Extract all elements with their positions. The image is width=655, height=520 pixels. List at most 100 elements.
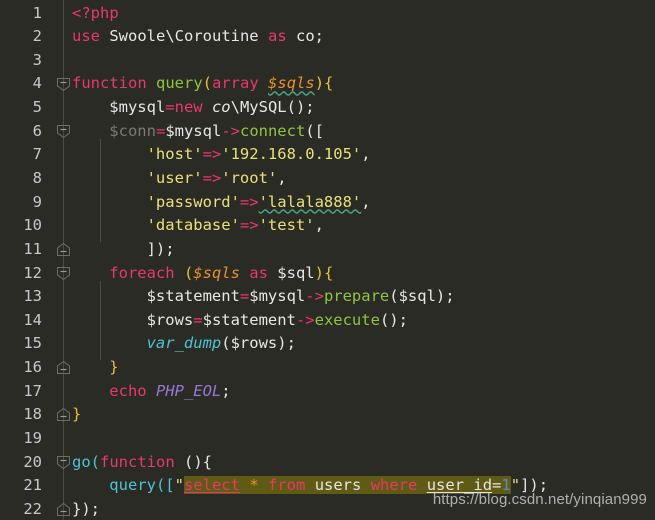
token-variable-conn-unused: $conn [109,121,156,140]
token-foreach-keyword: foreach [109,263,175,282]
token-array-key-user: 'user' [146,169,203,187]
token-double-arrow: => [239,216,259,235]
token-method-prepare: prepare [323,287,390,306]
code-line[interactable]: echo PHP_EOL; [72,380,231,404]
token-function-name: query [156,74,203,93]
code-fold-collapse-icon[interactable] [56,455,71,470]
code-fold-collapse-icon[interactable] [56,124,71,139]
line-number: 17 [23,381,42,400]
token-bracket-paren-close: ]); [146,239,175,258]
token-assign: = [165,98,175,117]
line-number: 20 [23,452,42,471]
indent-guide [63,375,64,407]
line-number: 1 [32,3,42,22]
token-echo-keyword: echo [109,381,147,400]
code-line[interactable]: 'user'=>'root', [72,167,287,191]
code-fold-expand-icon[interactable] [56,502,71,517]
code-line[interactable]: } [72,356,119,380]
code-line[interactable]: foreach ($sqls as $sql){ [72,262,333,286]
token-paren-bracket-open: ([ [305,121,324,140]
token-sql-select: select [183,476,240,495]
token-class-mysql: \MySQL(); [230,98,315,117]
code-line[interactable]: 'database'=>'test', [72,214,324,238]
code-editor[interactable]: 1 2 3 4 5 6 7 8 9 10 11 12 13 14 15 16 1… [0,0,655,520]
token-brace-close: } [109,358,119,376]
code-line[interactable]: } [72,403,81,427]
line-number: 15 [23,334,42,353]
line-number: 19 [23,428,42,447]
token-as-keyword: as [239,263,278,282]
code-fold-collapse-icon[interactable] [56,266,71,281]
token-assign: = [193,310,203,329]
code-line[interactable]: var_dump($rows); [72,332,296,356]
line-number: 13 [23,287,42,306]
code-fold-collapse-icon[interactable] [56,77,71,92]
token-comma: , [361,192,371,211]
token-array-typehint: array [212,74,259,93]
code-line[interactable]: ]); [72,238,175,262]
indent-guide [63,0,64,78]
line-number: 3 [32,50,42,69]
token-variable-sql: $sql [277,263,315,282]
token-method-execute: execute [314,310,380,329]
token-parameter-sqls: $sqls [268,74,315,93]
code-line[interactable]: function query(array $sqls){ [72,72,333,96]
code-fold-expand-icon[interactable] [56,407,71,422]
token-sql-table-users: users [314,476,362,495]
token-variable-statement: $statement [146,287,240,306]
token-call-args: ($rows); [221,334,296,353]
token-variable-mysql: $mysql [165,121,222,140]
editor-gutter[interactable]: 1 2 3 4 5 6 7 8 9 10 11 12 13 14 15 16 1… [0,0,70,520]
code-line[interactable]: use Swoole\Coroutine as co; [72,25,324,49]
token-double-arrow: => [239,192,259,211]
indent-guide [63,92,64,124]
code-line[interactable]: <?php [72,2,119,26]
code-fold-expand-icon[interactable] [56,360,71,375]
token-array-value-host: '192.168.0.105' [221,145,362,164]
code-line[interactable]: $statement=$mysql->prepare($sql); [72,285,455,309]
token-call-args: ($sql); [389,287,455,306]
line-number: 8 [32,169,42,187]
token-semicolon: ; [221,381,231,400]
token-function-keyword: function [72,74,147,93]
line-number: 14 [23,310,42,329]
code-content[interactable]: <?php use Swoole\Coroutine as co; functi… [63,0,655,520]
token-paren-open: ( [202,74,213,93]
indent-guide [63,139,64,242]
token-namespace: Swoole\Coroutine [100,27,268,46]
code-line[interactable]: $rows=$statement->execute(); [72,309,408,333]
token-paren-open: ( [90,452,101,471]
token-array-key-host: 'host' [146,145,203,164]
token-string-quote-open: " [174,476,184,495]
code-line[interactable]: $conn=$mysql->connect([ [72,120,324,144]
code-line[interactable]: go(function (){ [72,451,212,475]
token-array-key-database: 'database' [146,216,240,235]
watermark-text: https://blog.csdn.net/yinqian999 [432,491,647,509]
token-paren-brace-close: ){ [314,74,334,93]
token-paren-open: ( [174,263,194,282]
code-line[interactable]: $mysql=new co\MySQL(); [72,96,315,120]
code-line[interactable]: 'host'=>'192.168.0.105', [72,143,371,167]
token-sql-where: where [370,476,418,495]
token-object-operator: -> [305,287,324,306]
token-double-arrow: => [202,169,222,187]
token-variable-mysql: $mysql [249,287,306,306]
line-number: 18 [23,405,42,424]
token-method-connect: connect [239,121,306,140]
code-line[interactable]: }); [72,498,100,520]
code-line[interactable]: 'password'=>'lalala888', [72,191,371,215]
code-fold-expand-icon[interactable] [56,242,71,257]
token-paren-brace-open: (){ [174,452,212,471]
line-number: 6 [32,121,42,140]
token-array-value-password: 'lalala888' [258,192,362,211]
token-paren-bracket-open: ([ [155,476,175,495]
token-as-keyword: as [267,27,287,46]
token-parameter-sqls: $sqls [193,263,240,282]
token-function-var-dump: var_dump [146,334,222,353]
